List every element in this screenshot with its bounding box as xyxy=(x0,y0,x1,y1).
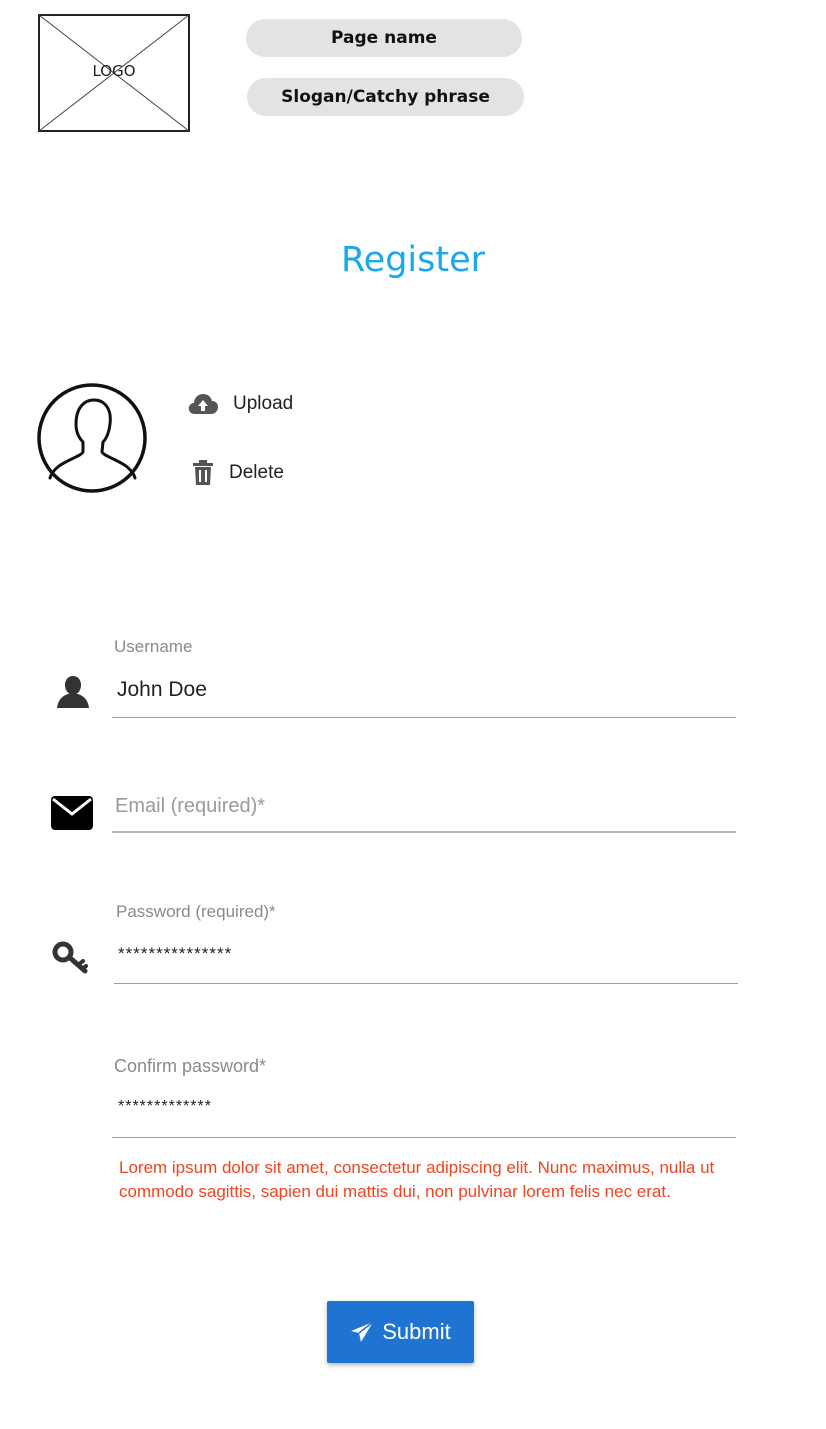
password-field[interactable]: *************** xyxy=(118,944,232,964)
upload-button[interactable]: Upload xyxy=(187,392,293,416)
page-title: Register xyxy=(340,240,486,280)
delete-button[interactable]: Delete xyxy=(191,460,284,486)
password-underline xyxy=(114,983,738,984)
email-underline xyxy=(112,831,736,833)
upload-label: Upload xyxy=(233,393,294,414)
username-underline xyxy=(112,717,736,718)
user-silhouette-icon xyxy=(37,383,147,493)
email-field[interactable]: Email (required)* xyxy=(115,795,265,818)
delete-label: Delete xyxy=(229,462,284,483)
submit-label: Submit xyxy=(382,1319,451,1344)
submit-button[interactable]: Submit xyxy=(327,1301,474,1363)
avatar[interactable] xyxy=(36,382,148,494)
confirm-password-label: Confirm password* xyxy=(114,1056,267,1076)
key-icon xyxy=(52,941,88,974)
error-message: Lorem ipsum dolor sit amet, consectetur … xyxy=(119,1158,715,1201)
user-icon xyxy=(57,676,89,708)
envelope-icon xyxy=(51,796,93,830)
password-label: Password (required)* xyxy=(116,902,276,921)
confirm-password-field[interactable]: ************* xyxy=(118,1098,212,1116)
trash-icon xyxy=(193,460,213,485)
page-name: Page name xyxy=(246,19,522,57)
username-label: Username xyxy=(114,637,193,656)
logo-text: LOGO xyxy=(92,62,136,80)
paper-plane-icon xyxy=(351,1321,374,1342)
cloud-upload-icon xyxy=(188,394,218,414)
username-field[interactable]: John Doe xyxy=(117,678,207,702)
slogan: Slogan/Catchy phrase xyxy=(247,78,524,116)
confirm-password-underline xyxy=(112,1137,736,1138)
